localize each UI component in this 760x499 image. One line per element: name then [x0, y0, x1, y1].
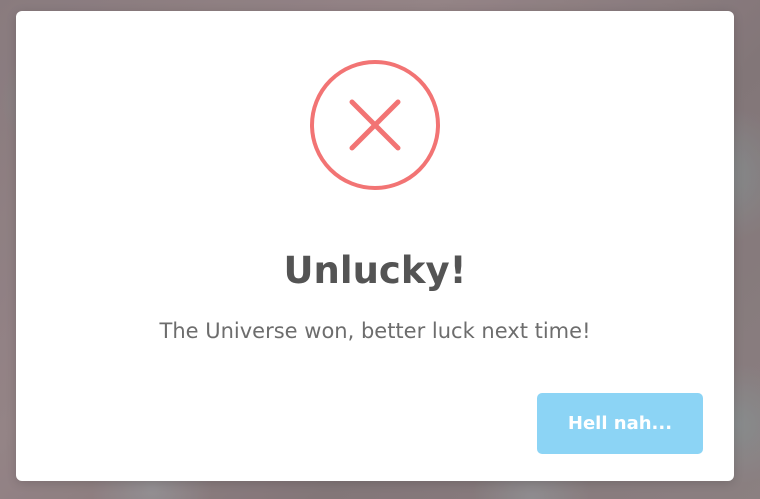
alert-dialog: Unlucky! The Universe won, better luck n… [16, 11, 734, 481]
dialog-message: The Universe won, better luck next time! [159, 319, 591, 343]
dialog-title: Unlucky! [283, 249, 467, 292]
error-x-icon [309, 59, 441, 191]
confirm-button[interactable]: Hell nah... [537, 393, 703, 454]
